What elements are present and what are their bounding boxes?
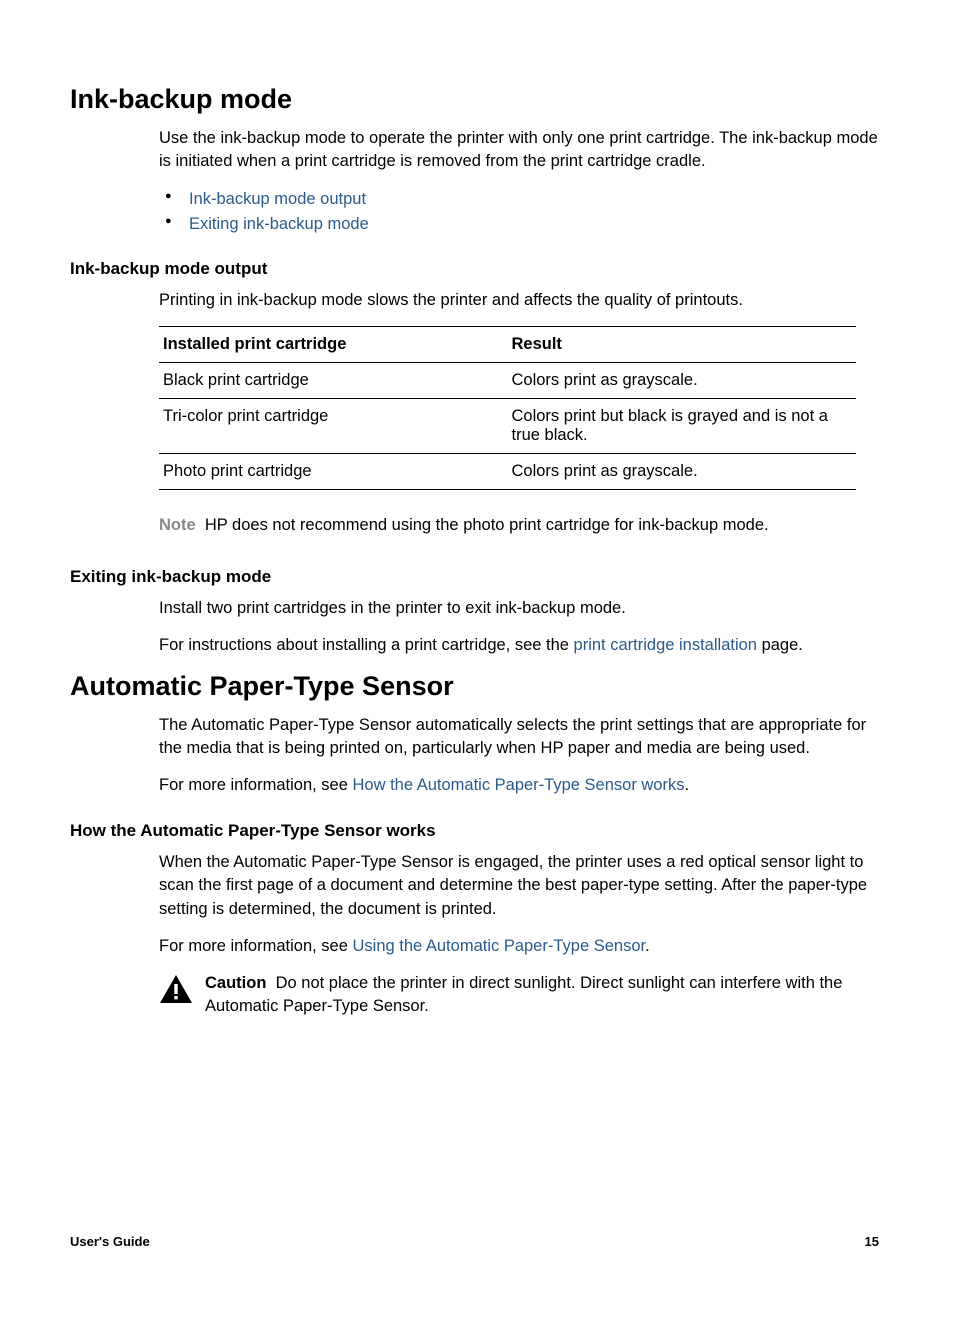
table-header-result: Result — [508, 326, 857, 362]
exiting-p1: Install two print cartridges in the prin… — [159, 597, 879, 620]
table-cell: Colors print as grayscale. — [508, 362, 857, 398]
table-cell: Colors print as grayscale. — [508, 453, 857, 489]
link-using-auto-paper[interactable]: Using the Automatic Paper-Type Sensor — [353, 937, 646, 955]
how-auto-p2-pre: For more information, see — [159, 937, 353, 955]
link-print-cartridge-installation[interactable]: print cartridge installation — [574, 636, 757, 654]
table-cell: Black print cartridge — [159, 362, 508, 398]
table-cell: Colors print but black is grayed and is … — [508, 398, 857, 453]
ink-backup-links: Ink-backup mode output Exiting ink-backu… — [159, 187, 879, 237]
footer-left: User's Guide — [70, 1234, 150, 1249]
heading-auto-paper-type: Automatic Paper-Type Sensor — [70, 671, 879, 702]
warning-icon — [159, 974, 193, 1011]
table-row: Photo print cartridge Colors print as gr… — [159, 453, 856, 489]
note-text: HP does not recommend using the photo pr… — [205, 516, 769, 534]
how-auto-p1: When the Automatic Paper-Type Sensor is … — [159, 851, 879, 920]
link-exiting-ink-backup[interactable]: Exiting ink-backup mode — [189, 215, 369, 233]
link-how-auto-paper-works[interactable]: How the Automatic Paper-Type Sensor work… — [353, 776, 685, 794]
heading-how-auto-paper-works: How the Automatic Paper-Type Sensor work… — [70, 821, 879, 841]
note-label: Note — [159, 516, 196, 534]
heading-exiting-ink-backup: Exiting ink-backup mode — [70, 567, 879, 587]
exiting-p2-post: page. — [757, 636, 803, 654]
ink-backup-output-intro: Printing in ink-backup mode slows the pr… — [159, 289, 879, 312]
auto-paper-more-pre: For more information, see — [159, 776, 353, 794]
how-auto-p2-post: . — [645, 937, 650, 955]
caution-block: Caution Do not place the printer in dire… — [159, 972, 879, 1018]
exiting-p2-pre: For instructions about installing a prin… — [159, 636, 574, 654]
link-ink-backup-output[interactable]: Ink-backup mode output — [189, 190, 366, 208]
page-footer: User's Guide 15 — [70, 1234, 879, 1249]
exiting-p2: For instructions about installing a prin… — [159, 634, 879, 657]
ink-backup-output-table: Installed print cartridge Result Black p… — [159, 326, 856, 490]
heading-ink-backup-mode: Ink-backup mode — [70, 84, 879, 115]
table-cell: Photo print cartridge — [159, 453, 508, 489]
caution-label: Caution — [205, 974, 266, 992]
table-row: Tri-color print cartridge Colors print b… — [159, 398, 856, 453]
table-cell: Tri-color print cartridge — [159, 398, 508, 453]
caution-text: Do not place the printer in direct sunli… — [205, 974, 842, 1015]
heading-ink-backup-output: Ink-backup mode output — [70, 259, 879, 279]
note-ink-backup: Note HP does not recommend using the pho… — [159, 514, 879, 537]
auto-paper-more-post: . — [684, 776, 689, 794]
auto-paper-intro: The Automatic Paper-Type Sensor automati… — [159, 714, 879, 760]
how-auto-p2: For more information, see Using the Auto… — [159, 935, 879, 958]
footer-page-number: 15 — [865, 1234, 879, 1249]
auto-paper-more: For more information, see How the Automa… — [159, 774, 879, 797]
table-row: Black print cartridge Colors print as gr… — [159, 362, 856, 398]
ink-backup-intro: Use the ink-backup mode to operate the p… — [159, 127, 879, 173]
table-header-cartridge: Installed print cartridge — [159, 326, 508, 362]
